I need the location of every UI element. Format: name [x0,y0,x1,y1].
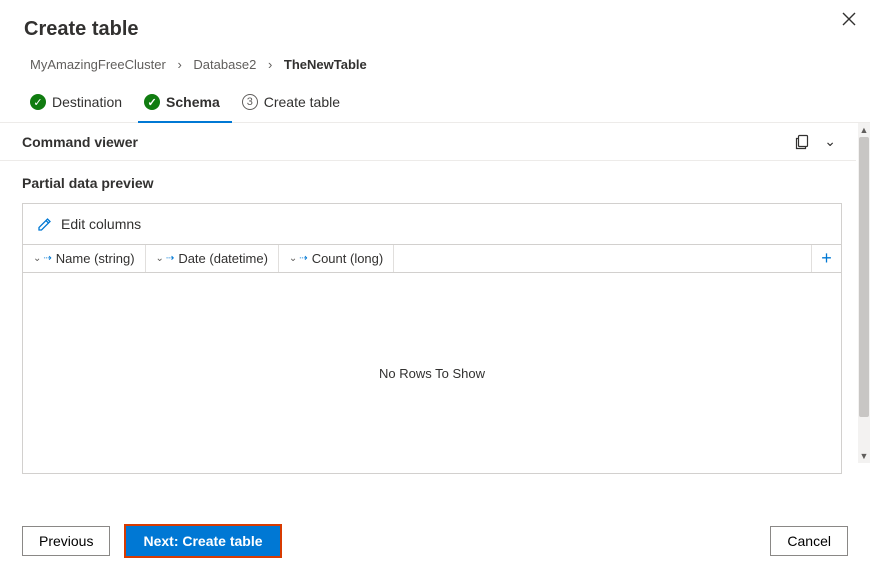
pencil-icon [37,216,53,232]
chevron-right-icon: › [268,57,272,72]
content-area: ▲ ▼ Command viewer ⌄ Partial data previe… [0,123,870,474]
step-create-table[interactable]: 3 Create table [236,84,352,122]
previous-button[interactable]: Previous [22,526,110,556]
chevron-down-icon: ⌄ [156,253,164,264]
next-button[interactable]: Next: Create table [126,526,279,556]
edit-columns-button[interactable]: Edit columns [23,204,841,244]
check-icon: ✓ [30,94,46,110]
column-header-name[interactable]: ⌄ ⇢ Name (string) [23,245,146,272]
preview-grid: Edit columns ⌄ ⇢ Name (string) ⌄ ⇢ Date … [22,203,842,474]
command-viewer-label: Command viewer [22,134,138,150]
chevron-down-icon[interactable]: ⌄ [824,133,836,150]
step-label: Schema [166,94,220,110]
cancel-button[interactable]: Cancel [770,526,848,556]
column-header-count[interactable]: ⌄ ⇢ Count (long) [279,245,394,272]
step-label: Create table [264,94,340,110]
page-title: Create table [24,18,846,41]
plus-icon: + [821,248,832,269]
dialog-footer: Previous Next: Create table Cancel [0,526,870,556]
scrollbar-track[interactable] [858,137,870,449]
empty-message: No Rows To Show [379,366,485,381]
breadcrumb-current: TheNewTable [284,57,367,72]
step-label: Destination [52,94,122,110]
column-header-date[interactable]: ⌄ ⇢ Date (datetime) [146,245,279,272]
copy-icon[interactable] [794,134,810,150]
grid-header: ⌄ ⇢ Name (string) ⌄ ⇢ Date (datetime) ⌄ … [23,244,841,273]
scrollbar-thumb[interactable] [859,137,869,417]
type-icon: ⇢ [166,253,174,264]
scroll-down-icon[interactable]: ▼ [860,449,869,463]
edit-columns-label: Edit columns [61,216,141,232]
type-icon: ⇢ [43,253,51,264]
breadcrumb-item[interactable]: MyAmazingFreeCluster [30,57,166,72]
breadcrumb-item[interactable]: Database2 [193,57,256,72]
step-destination[interactable]: ✓ Destination [24,84,134,122]
close-button[interactable] [842,10,856,31]
chevron-down-icon: ⌄ [33,253,41,264]
check-icon: ✓ [144,94,160,110]
dialog-header: Create table [0,0,870,49]
scroll-up-icon[interactable]: ▲ [860,123,869,137]
close-icon [842,12,856,26]
type-icon: ⇢ [299,253,307,264]
step-schema[interactable]: ✓ Schema [138,84,232,122]
chevron-right-icon: › [177,57,181,72]
column-name: Date (datetime) [178,251,268,266]
preview-label: Partial data preview [0,161,870,203]
scrollbar[interactable]: ▲ ▼ [858,123,870,463]
column-name: Name (string) [56,251,135,266]
chevron-down-icon: ⌄ [289,253,297,264]
wizard-steps: ✓ Destination ✓ Schema 3 Create table [0,84,870,123]
command-viewer-header: Command viewer ⌄ [0,123,856,161]
column-name: Count (long) [312,251,384,266]
step-number-icon: 3 [242,94,258,110]
add-column-button[interactable]: + [811,245,841,272]
breadcrumb: MyAmazingFreeCluster › Database2 › TheNe… [0,49,870,84]
grid-body: No Rows To Show [23,273,841,473]
